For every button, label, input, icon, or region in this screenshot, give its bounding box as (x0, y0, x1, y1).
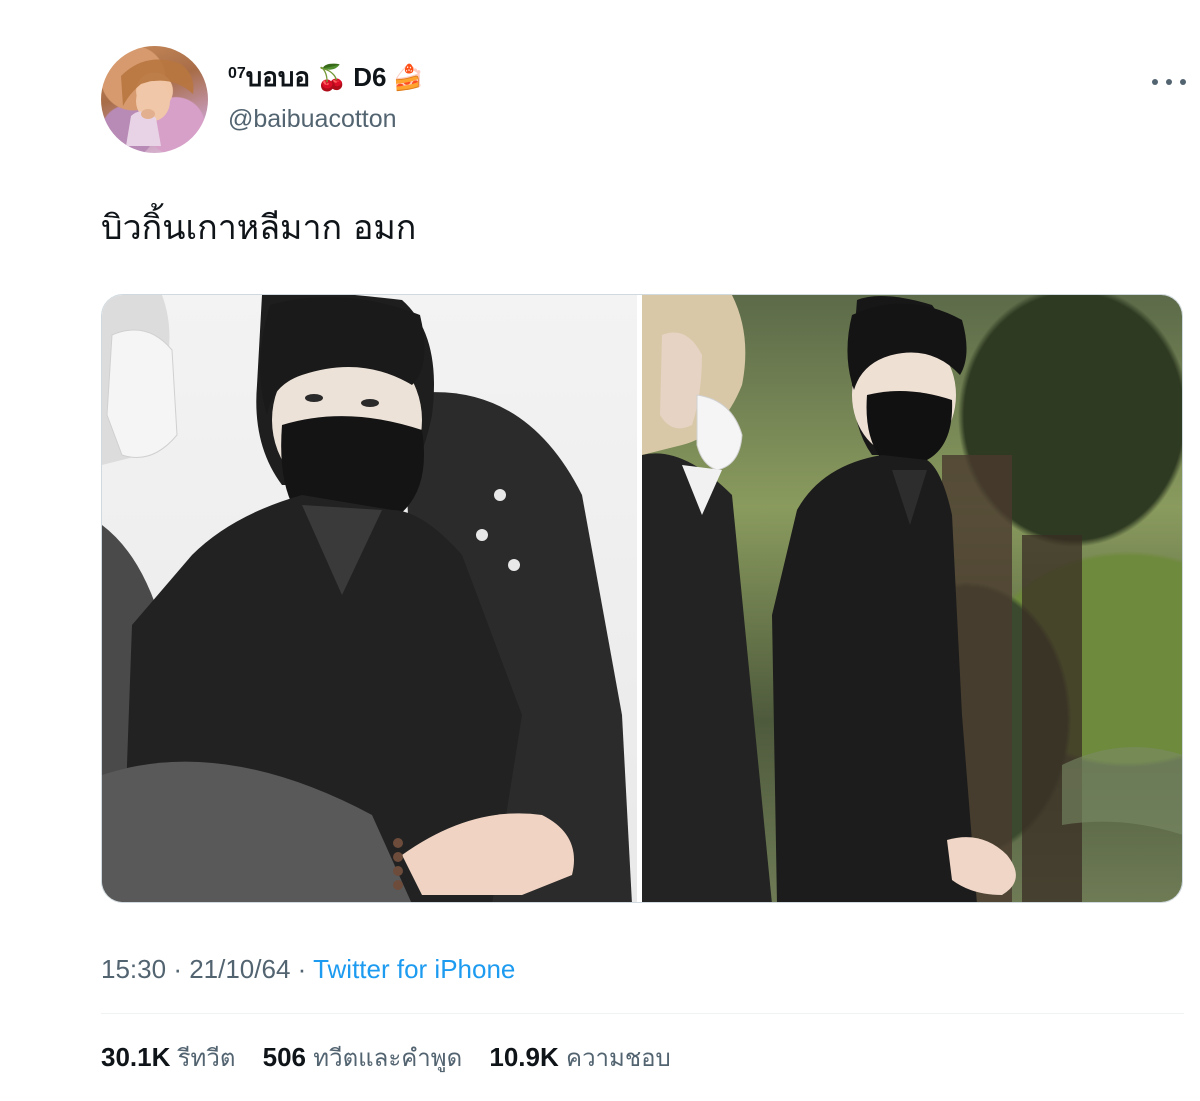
display-name-suffix: D6 (353, 62, 387, 92)
display-name-prefix: 07 (228, 65, 246, 82)
meta-separator: · (173, 954, 190, 984)
tweet-source[interactable]: Twitter for iPhone (313, 954, 515, 984)
like-label[interactable]: ความชอบ (566, 1044, 671, 1072)
avatar[interactable] (101, 46, 208, 153)
retweet-count[interactable]: 30.1K (101, 1042, 170, 1072)
tweet-meta: 15:30 · 21/10/64 · Twitter for iPhone (101, 952, 515, 986)
quote-label[interactable]: ทวีตและคำพูด (313, 1044, 462, 1072)
tweet-media[interactable] (101, 294, 1183, 903)
retweet-label[interactable]: รีทวีต (178, 1044, 236, 1072)
tweet-photo-1[interactable] (102, 295, 637, 902)
tweet-date[interactable]: 21/10/64 (189, 954, 290, 984)
more-horizontal-icon[interactable] (1152, 72, 1186, 92)
display-name-main: บอบอ (245, 63, 311, 93)
tweet-text: บิวกิ้นเกาหลีมาก อมก (101, 208, 417, 248)
user-handle[interactable]: @baibuacotton (228, 104, 397, 134)
meta-separator: · (297, 954, 314, 984)
cake-emoji: 🍰 (392, 63, 424, 92)
cherry-emoji: 🍒 (316, 63, 348, 92)
like-count[interactable]: 10.9K (489, 1042, 558, 1072)
tweet-time[interactable]: 15:30 (101, 954, 166, 984)
display-name[interactable]: 07 บอบอ 🍒 D6 🍰 (228, 62, 430, 97)
tweet-stats: 30.1K รีทวีต 506 ทวีตและคำพูด 10.9K ความ… (101, 1040, 691, 1075)
quote-count[interactable]: 506 (263, 1042, 306, 1072)
divider (101, 1013, 1184, 1014)
tweet-photo-2[interactable] (642, 295, 1182, 902)
